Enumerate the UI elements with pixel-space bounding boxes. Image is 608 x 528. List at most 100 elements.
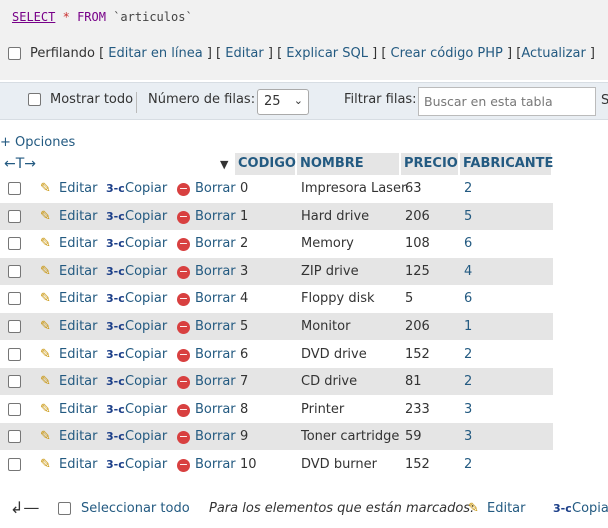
pencil-icon[interactable]: ✎: [468, 501, 479, 516]
table-row[interactable]: ✎ Editar 3-c Copiar − Borrar 9 Toner cartridge 5…: [0, 423, 553, 450]
delete-row-button[interactable]: Borrar: [195, 374, 236, 389]
cell-fabricante[interactable]: 6: [464, 236, 472, 251]
table-row[interactable]: ✎ Editar 3-c Copiar − Borrar 7 CD drive 81 2: [0, 368, 553, 395]
delete-icon[interactable]: −: [177, 238, 190, 251]
copy-icon[interactable]: 3-c: [106, 320, 125, 333]
row-checkbox[interactable]: [8, 375, 21, 388]
pencil-icon[interactable]: ✎: [40, 429, 51, 444]
pencil-icon[interactable]: ✎: [40, 236, 51, 251]
delete-row-button[interactable]: Borrar: [195, 264, 236, 279]
table-row[interactable]: ✎ Editar 3-c Copiar − Borrar 10 DVD burner 152 2: [0, 451, 553, 478]
edit-inline-link[interactable]: Editar en línea: [108, 46, 202, 61]
edit-query-link[interactable]: Editar: [225, 46, 264, 61]
row-checkbox[interactable]: [8, 237, 21, 250]
row-checkbox[interactable]: [8, 430, 21, 443]
copy-row-button[interactable]: Copiar: [125, 457, 167, 472]
pencil-icon[interactable]: ✎: [40, 264, 51, 279]
edit-row-button[interactable]: Editar: [59, 374, 98, 389]
pencil-icon[interactable]: ✎: [40, 181, 51, 196]
edit-row-button[interactable]: Editar: [59, 347, 98, 362]
copy-row-button[interactable]: Copiar: [125, 319, 167, 334]
search-input[interactable]: Buscar en esta tabla: [418, 87, 596, 116]
copy-row-button[interactable]: Copiar: [125, 236, 167, 251]
pencil-icon[interactable]: ✎: [40, 319, 51, 334]
delete-row-button[interactable]: Borrar: [195, 236, 236, 251]
cell-fabricante[interactable]: 3: [464, 429, 472, 444]
table-row[interactable]: ✎ Editar 3-c Copiar − Borrar 2 Memory 108 6: [0, 230, 553, 257]
edit-row-button[interactable]: Editar: [59, 291, 98, 306]
pencil-icon[interactable]: ✎: [40, 209, 51, 224]
delete-row-button[interactable]: Borrar: [195, 347, 236, 362]
row-checkbox[interactable]: [8, 265, 21, 278]
row-checkbox[interactable]: [8, 320, 21, 333]
cell-fabricante[interactable]: 3: [464, 402, 472, 417]
select-all-label[interactable]: Seleccionar todo: [81, 501, 190, 516]
delete-icon[interactable]: −: [177, 376, 190, 389]
delete-icon[interactable]: −: [177, 293, 190, 306]
table-row[interactable]: ✎ Editar 3-c Copiar − Borrar 4 Floppy disk 5 6: [0, 285, 553, 312]
cell-fabricante[interactable]: 5: [464, 209, 472, 224]
table-row[interactable]: ✎ Editar 3-c Copiar − Borrar 1 Hard drive 206 5: [0, 203, 553, 230]
show-all-control[interactable]: Mostrar todo: [28, 92, 133, 107]
edit-row-button[interactable]: Editar: [59, 209, 98, 224]
copy-row-button[interactable]: Copiar: [125, 402, 167, 417]
row-checkbox[interactable]: [8, 210, 21, 223]
pencil-icon[interactable]: ✎: [40, 347, 51, 362]
table-row[interactable]: ✎ Editar 3-c Copiar − Borrar 6 DVD drive 152 2: [0, 341, 553, 368]
options-link[interactable]: + Opciones: [0, 135, 75, 150]
copy-icon[interactable]: 3-c: [106, 348, 125, 361]
table-row[interactable]: ✎ Editar 3-c Copiar − Borrar 5 Monitor 206 1: [0, 313, 553, 340]
pencil-icon[interactable]: ✎: [40, 374, 51, 389]
edit-row-button[interactable]: Editar: [59, 181, 98, 196]
rows-select[interactable]: 25 ⌄: [257, 89, 309, 115]
delete-icon[interactable]: −: [177, 404, 190, 417]
row-checkbox[interactable]: [8, 458, 21, 471]
select-all-checkbox[interactable]: [58, 502, 71, 515]
cell-fabricante[interactable]: 2: [464, 374, 472, 389]
copy-icon[interactable]: 3-c: [106, 265, 125, 278]
copy-row-button[interactable]: Copiar: [125, 347, 167, 362]
edit-row-button[interactable]: Editar: [59, 319, 98, 334]
copy-icon[interactable]: 3-c: [106, 237, 125, 250]
delete-row-button[interactable]: Borrar: [195, 402, 236, 417]
delete-row-button[interactable]: Borrar: [195, 319, 236, 334]
refresh-link[interactable]: Actualizar: [521, 46, 585, 61]
delete-icon[interactable]: −: [177, 459, 190, 472]
row-checkbox[interactable]: [8, 182, 21, 195]
delete-icon[interactable]: −: [177, 431, 190, 444]
delete-row-button[interactable]: Borrar: [195, 429, 236, 444]
copy-icon[interactable]: 3-c: [106, 403, 125, 416]
column-header-codigo[interactable]: CODIGO: [235, 153, 297, 175]
copy-row-button[interactable]: Copiar: [125, 181, 167, 196]
show-all-checkbox[interactable]: [28, 93, 41, 106]
copy-icon[interactable]: 3-c: [106, 210, 125, 223]
cell-fabricante[interactable]: 2: [464, 181, 472, 196]
delete-row-button[interactable]: Borrar: [195, 457, 236, 472]
pencil-icon[interactable]: ✎: [40, 291, 51, 306]
edit-row-button[interactable]: Editar: [59, 402, 98, 417]
cell-fabricante[interactable]: 1: [464, 319, 472, 334]
copy-row-button[interactable]: Copiar: [125, 264, 167, 279]
bulk-edit-button[interactable]: Editar: [487, 501, 526, 516]
column-header-fabricante[interactable]: FABRICANTE: [460, 153, 553, 175]
delete-icon[interactable]: −: [177, 349, 190, 362]
delete-icon[interactable]: −: [177, 183, 190, 196]
copy-row-button[interactable]: Copiar: [125, 374, 167, 389]
cell-fabricante[interactable]: 2: [464, 347, 472, 362]
delete-icon[interactable]: −: [177, 321, 190, 334]
sort-triangle-icon[interactable]: ▼: [220, 158, 228, 171]
row-checkbox[interactable]: [8, 292, 21, 305]
create-php-link[interactable]: Crear código PHP: [391, 46, 503, 61]
edit-row-button[interactable]: Editar: [59, 236, 98, 251]
copy-icon[interactable]: 3-c: [106, 292, 125, 305]
table-row[interactable]: ✎ Editar 3-c Copiar − Borrar 0 Impresora Laser 6…: [0, 175, 553, 202]
row-checkbox[interactable]: [8, 403, 21, 416]
copy-icon[interactable]: 3-c: [106, 430, 125, 443]
table-row[interactable]: ✎ Editar 3-c Copiar − Borrar 3 ZIP drive 125 4: [0, 258, 553, 285]
cell-fabricante[interactable]: 6: [464, 291, 472, 306]
explain-sql-link[interactable]: Explicar SQL: [286, 46, 368, 61]
column-header-precio[interactable]: PRECIO: [401, 153, 460, 175]
delete-row-button[interactable]: Borrar: [195, 181, 236, 196]
column-resize-arrows-icon[interactable]: ←T→: [4, 156, 36, 172]
copy-row-button[interactable]: Copiar: [125, 209, 167, 224]
